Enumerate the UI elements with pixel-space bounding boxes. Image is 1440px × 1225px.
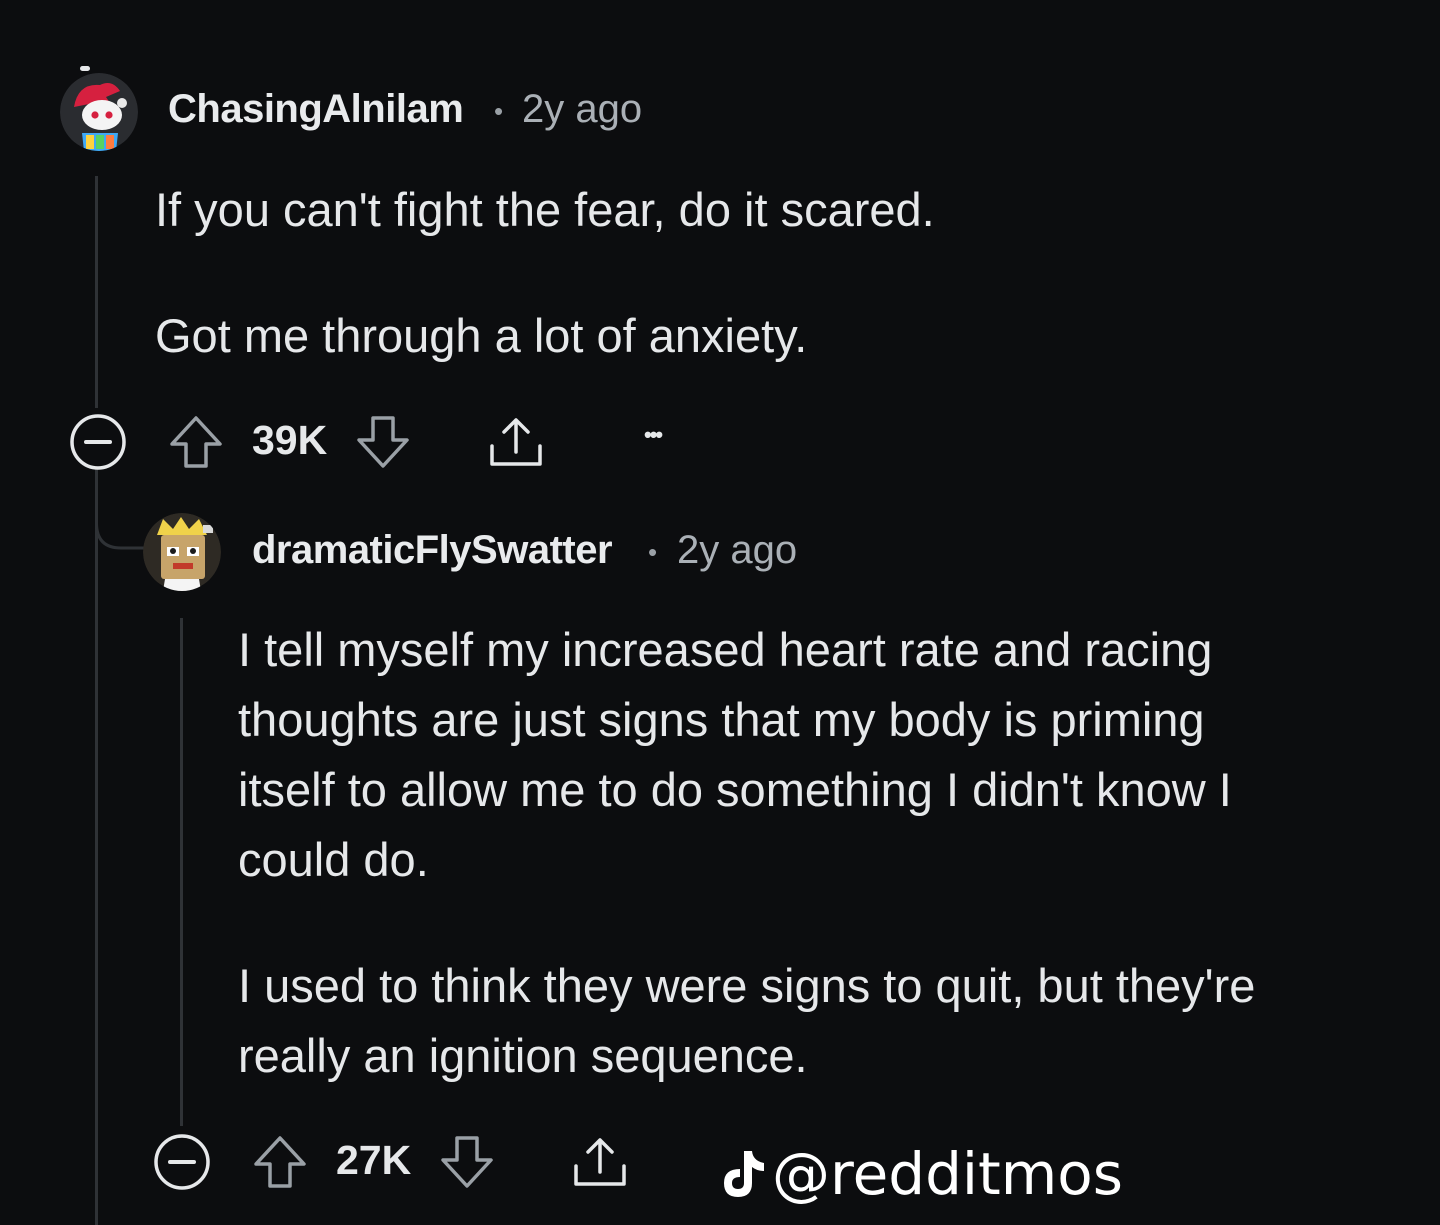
collapse-thread-icon[interactable] [152, 1132, 212, 1192]
tiktok-icon [724, 1151, 764, 1197]
thread-line-1 [95, 176, 98, 408]
more-options-button[interactable]: ••• [644, 422, 663, 448]
snoo-avatar-icon [143, 513, 221, 591]
comment-paragraph: If you can't fight the fear, do it scare… [155, 175, 935, 245]
snoo-avatar-icon [60, 73, 138, 151]
user-avatar[interactable] [60, 73, 138, 151]
comment-line: thoughts are just signs that my body is … [238, 693, 1205, 746]
comment-paragraph: I used to think they were signs to quit,… [238, 951, 1255, 1091]
comment-username[interactable]: ChasingAlnilam [168, 87, 464, 132]
meta-separator: • [648, 537, 658, 567]
downvote-icon[interactable] [439, 1134, 495, 1190]
avatar-indicator [80, 66, 90, 71]
upvote-icon[interactable] [252, 1134, 308, 1190]
comment-line: could do. [238, 833, 429, 886]
thread-line-1-lower [95, 470, 98, 1225]
vote-score: 27K [336, 1137, 412, 1183]
comment-line: I tell myself my increased heart rate an… [238, 623, 1213, 676]
watermark-handle: @redditmos [772, 1140, 1123, 1208]
comment-paragraph: Got me through a lot of anxiety. [155, 301, 807, 371]
comment-timestamp: 2y ago [522, 87, 643, 131]
comment-paragraph: I tell myself my increased heart rate an… [238, 615, 1232, 895]
collapse-thread-icon[interactable] [68, 412, 128, 472]
comment-timestamp: 2y ago [677, 528, 798, 572]
comment-username[interactable]: dramaticFlySwatter [252, 528, 613, 573]
comment-line: itself to allow me to do something I did… [238, 763, 1232, 816]
comment-line: Got me through a lot of anxiety. [155, 309, 808, 362]
comment-line: really an ignition sequence. [238, 1029, 808, 1082]
downvote-icon[interactable] [355, 414, 411, 470]
meta-separator: • [494, 96, 504, 126]
vote-score: 39K [252, 417, 328, 463]
comment-line: I used to think they were signs to quit,… [238, 959, 1256, 1012]
watermark: @redditmos [720, 1140, 1123, 1208]
share-icon[interactable] [570, 1132, 630, 1192]
user-avatar[interactable] [143, 513, 221, 591]
upvote-icon[interactable] [168, 414, 224, 470]
share-icon[interactable] [486, 412, 546, 472]
thread-line-2 [180, 618, 183, 1126]
comment-line: If you can't fight the fear, do it scare… [155, 183, 935, 236]
